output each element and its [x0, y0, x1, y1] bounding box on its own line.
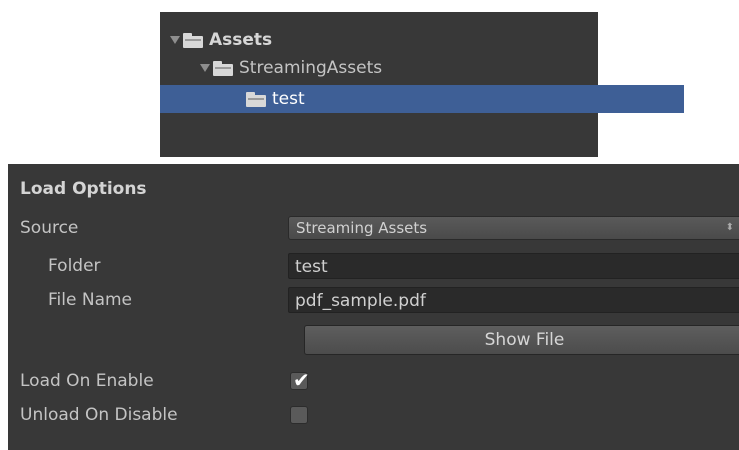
load-options-inspector: Load Options Source Streaming Assets ⬍ F… [8, 164, 739, 450]
dropdown-arrows-icon: ⬍ [725, 222, 734, 233]
section-header: Load Options [20, 179, 147, 199]
folder-icon [246, 91, 266, 107]
tree-item-test[interactable]: test [160, 85, 684, 113]
unload-on-disable-row: Unload On Disable [8, 399, 739, 431]
folder-row: Folder test [8, 250, 739, 282]
project-tree-panel: Assets StreamingAssets test [160, 12, 684, 157]
expand-triangle-icon[interactable] [170, 36, 180, 44]
checkmark-icon: ✔ [293, 368, 310, 392]
tree-item-label: StreamingAssets [239, 58, 383, 78]
tree-item-streaming-assets[interactable]: StreamingAssets [160, 54, 638, 82]
load-on-enable-label: Load On Enable [20, 371, 154, 391]
folder-label: Folder [48, 256, 101, 276]
file-name-field[interactable]: pdf_sample.pdf [288, 287, 739, 313]
file-name-row: File Name pdf_sample.pdf [8, 284, 739, 316]
tree-item-label: test [272, 89, 305, 109]
source-value: Streaming Assets [296, 219, 428, 237]
source-label: Source [20, 218, 79, 238]
source-row: Source Streaming Assets ⬍ [8, 212, 739, 244]
expand-triangle-icon[interactable] [200, 64, 210, 72]
load-on-enable-row: Load On Enable ✔ [8, 365, 739, 397]
show-file-row: Show File [8, 324, 739, 356]
tree-item-label: Assets [209, 30, 273, 50]
unload-on-disable-label: Unload On Disable [20, 405, 178, 425]
load-on-enable-checkbox[interactable]: ✔ [290, 368, 310, 392]
folder-icon [183, 32, 203, 48]
folder-icon [213, 60, 233, 76]
tree-item-assets[interactable]: Assets [160, 26, 608, 54]
folder-field[interactable]: test [288, 253, 739, 279]
unload-on-disable-checkbox[interactable] [290, 406, 308, 424]
source-dropdown[interactable]: Streaming Assets ⬍ [288, 216, 739, 240]
show-file-button[interactable]: Show File [304, 325, 739, 355]
file-name-label: File Name [48, 290, 133, 310]
